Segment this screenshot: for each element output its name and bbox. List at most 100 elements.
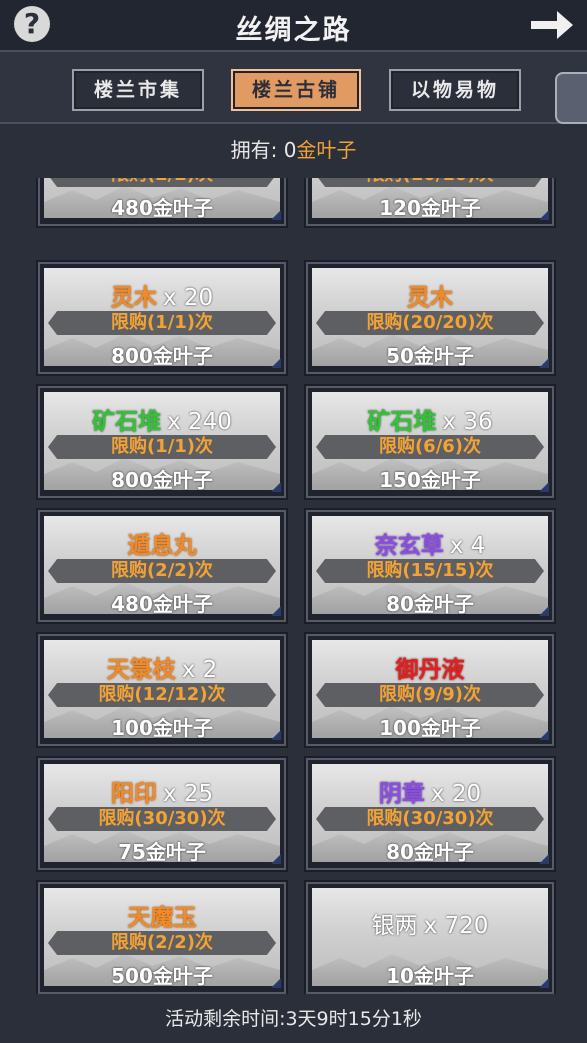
item-name-text: 天魔玉 [127, 905, 197, 931]
item-name: 阳印 x 25 [40, 774, 284, 808]
item-price: 150金叶子 [379, 468, 481, 492]
purchase-limit: 限购(15/15)次 [316, 559, 544, 583]
corner-marker [271, 978, 281, 988]
item-price: 800金叶子 [111, 468, 213, 492]
item-quantity: x 240 [167, 409, 232, 435]
purchase-limit: 限购(1/1)次 [48, 435, 276, 459]
item-price: 800金叶子 [111, 344, 213, 368]
item-price: 80金叶子 [386, 592, 474, 616]
purchase-limit: 限购(2/2)次 [48, 559, 276, 583]
owned-amount: 0 [283, 138, 297, 162]
owned-currency: 金叶子 [296, 138, 357, 162]
tab-bar: 楼兰市集 楼兰古铺 以物易物 [0, 52, 587, 124]
item-name: 遁息丸 [40, 526, 284, 560]
purchase-limit: 限购(30/30)次 [316, 807, 544, 831]
purchase-limit: 限购(2/2)次 [48, 178, 276, 187]
shop-item-card[interactable]: 灵木 限购(20/20)次 50金叶子 [306, 262, 554, 374]
shop-item-card[interactable]: 天箓枝 x 2 限购(12/12)次 100金叶子 [38, 634, 286, 746]
item-name-text: 灵木 [110, 285, 157, 311]
item-name-text: 御丹液 [395, 657, 465, 683]
item-quantity: x 4 [449, 533, 486, 559]
corner-marker [539, 978, 549, 988]
purchase-limit: 限购(1/1)次 [48, 311, 276, 335]
item-name-text: 矿石堆 [367, 409, 437, 435]
item-quantity: x 20 [162, 285, 214, 311]
item-price: 100金叶子 [379, 716, 481, 740]
shop-item-card[interactable]: 遁息丸 限购(2/2)次 480金叶子 [38, 510, 286, 622]
shop-item-card[interactable]: 阴章 x 20 限购(30/30)次 80金叶子 [306, 758, 554, 870]
item-quantity: x 720 [423, 913, 489, 939]
item-name-text: 阳印 [110, 781, 157, 807]
item-price: 50金叶子 [386, 344, 474, 368]
item-name: 奈玄草 x 4 [308, 526, 552, 560]
corner-marker [539, 730, 549, 740]
item-price: 500金叶子 [111, 964, 213, 988]
owned-label: 拥有: [230, 138, 278, 162]
shop-item-card[interactable]: 矿石堆 x 36 限购(6/6)次 150金叶子 [306, 386, 554, 498]
corner-marker [271, 358, 281, 368]
tab-loulan-old-shop[interactable]: 楼兰古铺 [231, 69, 361, 111]
item-name-text: 天箓枝 [106, 657, 176, 683]
side-panel-tab[interactable] [555, 72, 587, 124]
item-price: 480金叶子 [111, 196, 213, 220]
purchase-limit: 限购(12/12)次 [48, 683, 276, 707]
item-price: 75金叶子 [118, 840, 206, 864]
item-name: 阴章 x 20 [308, 774, 552, 808]
shop-item-grid: 限购(2/2)次480金叶子限购(10/10)次120金叶子灵木x 20限购(1… [0, 178, 587, 994]
item-name-text: 阴章 [378, 781, 425, 807]
top-bar: ? 丝绸之路 [0, 0, 587, 52]
item-name: 御丹液 [308, 650, 552, 684]
corner-marker [271, 606, 281, 616]
item-name-text: 矿石堆 [92, 409, 162, 435]
item-price: 120金叶子 [379, 196, 481, 220]
shop-item-card[interactable]: 银两 x 720 10金叶子 [306, 882, 554, 994]
tab-loulan-market[interactable]: 楼兰市集 [72, 69, 204, 111]
corner-marker [271, 730, 281, 740]
purchase-limit: 限购(2/2)次 [48, 931, 276, 955]
item-name: 灵木 [308, 278, 552, 312]
shop-item-card[interactable]: 阳印 x 25 限购(30/30)次 75金叶子 [38, 758, 286, 870]
item-name: 天箓枝 x 2 [40, 650, 284, 684]
tab-barter[interactable]: 以物易物 [389, 69, 521, 111]
currency-owned: 拥有: 0金叶子 [0, 134, 587, 163]
purchase-limit: 限购(9/9)次 [316, 683, 544, 707]
corner-marker [539, 606, 549, 616]
shop-item-card[interactable]: 限购(10/10)次 120金叶子 [306, 178, 554, 226]
shop-item-card[interactable]: 天魔玉 限购(2/2)次 500金叶子 [38, 882, 286, 994]
item-name: 矿石堆 x 36 [308, 402, 552, 436]
page-title: 丝绸之路 [235, 15, 352, 46]
corner-marker [539, 854, 549, 864]
corner-marker [539, 482, 549, 492]
corner-marker [539, 210, 549, 220]
event-countdown: 活动剩余时间:3天9时15分1秒 [165, 1008, 422, 1030]
item-name-text: 遁息丸 [127, 533, 197, 559]
item-name: 灵木 x 20 [40, 278, 284, 312]
corner-marker [271, 482, 281, 492]
item-name: 天魔玉 [40, 898, 284, 932]
shop-item-card[interactable]: 矿石堆 x 240 限购(1/1)次 800金叶子 [38, 386, 286, 498]
item-name-text: 灵木 [407, 285, 453, 311]
corner-marker [271, 210, 281, 220]
item-quantity: x 25 [162, 781, 214, 807]
shop-item-card[interactable]: 御丹液 限购(9/9)次 100金叶子 [306, 634, 554, 746]
corner-marker [539, 358, 549, 368]
item-quantity: x 20 [430, 781, 482, 807]
item-name: 银两 x 720 [308, 906, 552, 940]
corner-marker [271, 854, 281, 864]
item-name-text: 银两 [371, 913, 418, 939]
item-name-text: 奈玄草 [374, 533, 444, 559]
item-quantity: x 36 [442, 409, 493, 435]
item-price: 100金叶子 [111, 716, 213, 740]
shop-item-card[interactable]: 奈玄草 x 4 限购(15/15)次 80金叶子 [306, 510, 554, 622]
purchase-limit: 限购(30/30)次 [48, 807, 276, 831]
item-price: 10金叶子 [386, 964, 474, 988]
shop-item-card[interactable]: 限购(2/2)次 480金叶子 [38, 178, 286, 226]
purchase-limit: 限购(10/10)次 [316, 178, 544, 187]
shop-item-card[interactable]: 灵木 x 20 限购(1/1)次 800金叶子 [38, 262, 286, 374]
item-name: 矿石堆 x 240 [40, 402, 284, 436]
next-arrow-icon[interactable] [529, 6, 575, 44]
item-quantity: x 2 [181, 657, 218, 683]
item-price: 80金叶子 [386, 840, 474, 864]
item-price: 480金叶子 [111, 592, 213, 616]
purchase-limit: 限购(6/6)次 [316, 435, 544, 459]
